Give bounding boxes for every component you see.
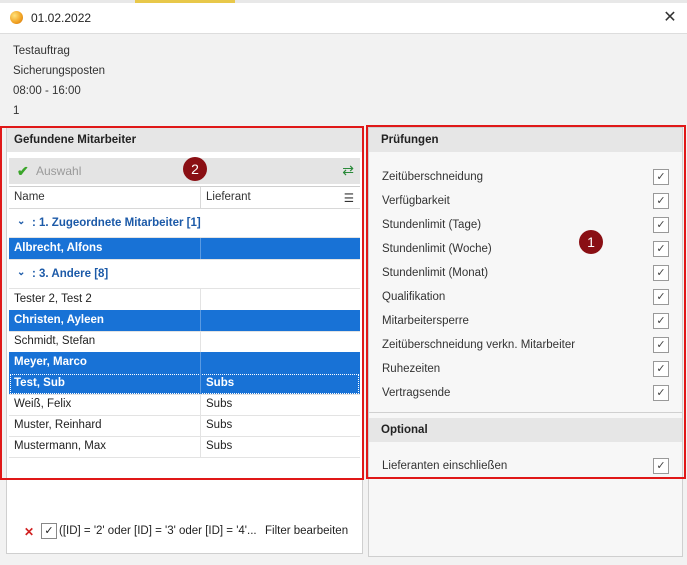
highlight-box-employees: [0, 126, 364, 480]
clear-filter-icon[interactable]: ✕: [24, 525, 34, 539]
window-title: 01.02.2022: [31, 11, 92, 25]
info-position: Sicherungsposten: [13, 65, 106, 77]
filter-bar: ✕ ✓ ([ID] = '2' oder [ID] = '3' oder [ID…: [9, 515, 360, 549]
annotation-marker-1: 1: [579, 230, 603, 254]
app-icon: [10, 11, 23, 24]
edit-filter-button[interactable]: Filter bearbeiten: [265, 525, 348, 537]
filter-enabled-checkbox[interactable]: ✓: [41, 523, 57, 539]
title-bar: 01.02.2022 ✕: [0, 3, 687, 34]
filter-expression: ([ID] = '2' oder [ID] = '3' oder [ID] = …: [59, 525, 257, 537]
annotation-marker-2: 2: [183, 157, 207, 181]
highlight-box-checks: [366, 125, 686, 479]
info-count: 1: [13, 105, 20, 117]
info-time: 08:00 - 16:00: [13, 85, 81, 97]
close-icon[interactable]: ✕: [659, 7, 681, 29]
order-info: Testauftrag Sicherungsposten 08:00 - 16:…: [0, 34, 687, 124]
info-order: Testauftrag: [13, 45, 70, 57]
